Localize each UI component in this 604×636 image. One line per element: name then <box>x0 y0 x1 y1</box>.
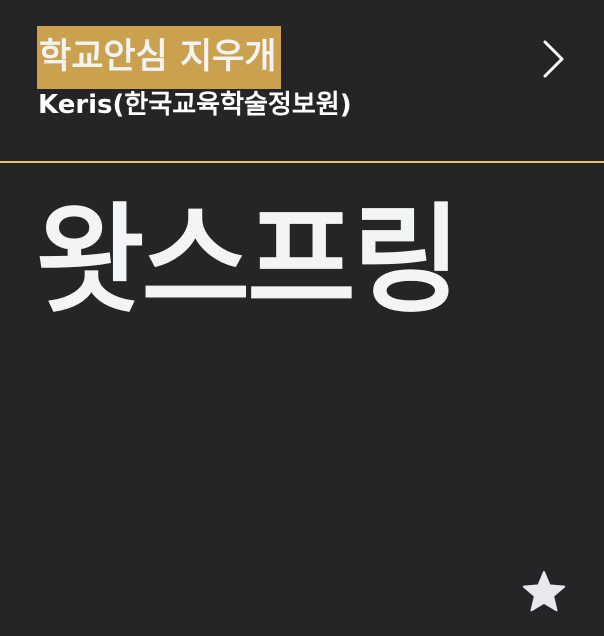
star-icon[interactable] <box>520 569 568 615</box>
header-divider <box>0 161 604 163</box>
chevron-right-icon[interactable] <box>538 38 568 80</box>
star-shape <box>522 571 566 612</box>
word-display: 왓스프링 <box>36 191 461 329</box>
app-header: 학교안심 지우개 Keris(한국교육학술정보원) <box>0 0 604 162</box>
app-title-highlight: 학교안심 지우개 <box>37 26 281 89</box>
publisher-label: Keris(한국교육학술정보원) <box>38 90 352 120</box>
app-title: 학교안심 지우개 <box>39 37 277 77</box>
